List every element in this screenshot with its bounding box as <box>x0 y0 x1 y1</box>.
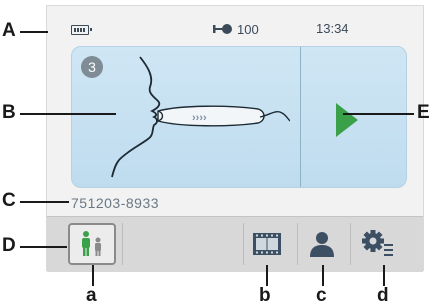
callout-line-a <box>92 265 94 286</box>
callout-C: C <box>2 190 16 211</box>
device-screen: 100 13:34 3 ›››› 751203-8933 <box>46 5 424 272</box>
callout-line-b <box>266 265 268 286</box>
callout-d: d <box>377 285 389 306</box>
bottom-toolbar <box>47 216 423 272</box>
film-icon <box>253 233 281 255</box>
gear-list-icon <box>362 230 393 256</box>
clock: 13:34 <box>316 21 349 36</box>
panel-divider <box>300 47 301 187</box>
callout-c: c <box>316 285 327 306</box>
callout-line-D <box>20 246 67 248</box>
svg-text:››››: ›››› <box>192 112 207 124</box>
callout-line-A <box>20 31 48 33</box>
film-button[interactable] <box>244 223 290 265</box>
patient-id: 751203-8933 <box>71 195 160 211</box>
play-icon[interactable] <box>336 103 358 137</box>
battery-icon <box>71 25 92 35</box>
callout-E: E <box>417 102 430 123</box>
mode-button[interactable] <box>68 223 116 265</box>
user-icon <box>310 232 334 257</box>
person-pair-icon <box>82 231 101 256</box>
user-button[interactable] <box>299 223 345 265</box>
callout-a: a <box>86 285 97 306</box>
toolbar-separator <box>350 223 351 265</box>
callout-b: b <box>259 285 271 306</box>
callout-line-E <box>343 113 414 115</box>
step-badge: 3 <box>81 56 103 78</box>
toolbar-separator <box>297 223 298 265</box>
callout-B: B <box>2 102 16 123</box>
flow-indicator: 100 <box>213 21 259 37</box>
settings-button[interactable] <box>355 223 401 265</box>
start-test-panel[interactable]: 3 ›››› <box>71 46 407 188</box>
callout-line-c <box>322 265 324 286</box>
flow-value: 100 <box>237 21 259 37</box>
status-bar: 100 13:34 <box>47 6 423 44</box>
toolbar-separator <box>122 223 123 265</box>
callout-line-B <box>20 113 116 115</box>
callout-A: A <box>2 20 16 41</box>
callout-line-d <box>383 265 385 286</box>
callout-line-C <box>20 201 69 203</box>
callout-D: D <box>2 235 16 256</box>
flow-icon <box>213 24 232 34</box>
face-profile-icon: ›››› <box>111 56 290 178</box>
